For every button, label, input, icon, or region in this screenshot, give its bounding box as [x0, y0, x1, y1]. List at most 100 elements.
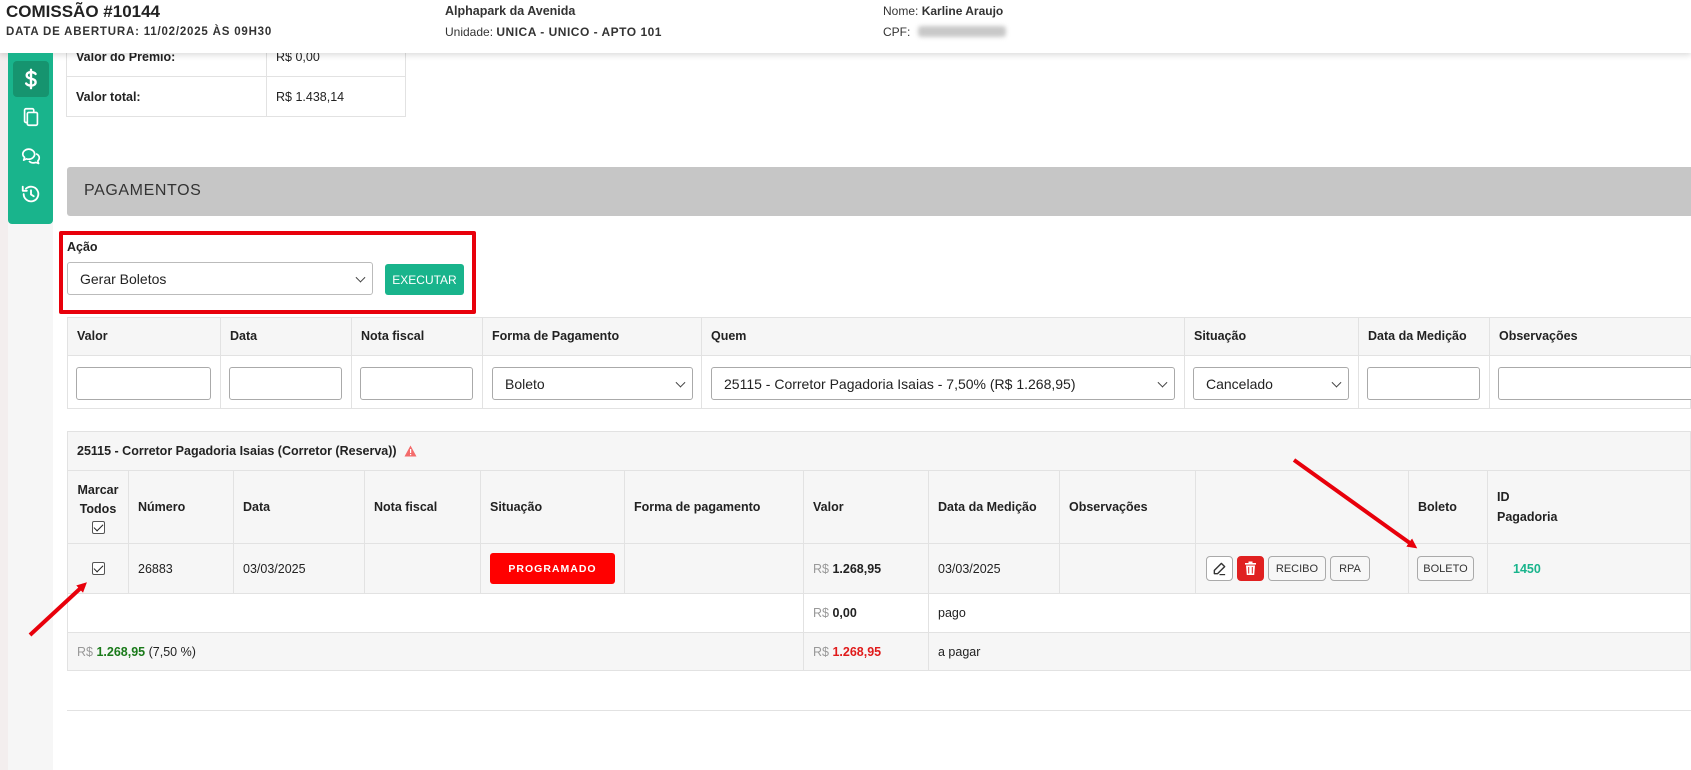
divider [67, 710, 1691, 711]
col-forma-pagamento: Forma de pagamento [625, 471, 804, 543]
side-menu-financeiro[interactable] [13, 61, 49, 97]
status-badge[interactable]: PROGRAMADO [490, 553, 615, 584]
name-value: Karline Araujo [921, 4, 1004, 18]
total-cell: R$ 1.268,95 (7,50 %) [68, 633, 804, 670]
observacoes-input[interactable] [1498, 367, 1691, 400]
history-icon [21, 185, 40, 203]
total-amount: 1.268,95 [96, 644, 146, 659]
cell-data-medicao: 03/03/2025 [929, 544, 1060, 593]
filter-col-situacao: Situação Cancelado [1185, 318, 1359, 408]
side-menu-mensagens[interactable] [13, 138, 49, 174]
col-situacao: Situação [481, 471, 625, 543]
total-row: R$ 1.268,95 (7,50 %) R$ 1.268,95 a pagar [67, 633, 1691, 671]
situacao-select[interactable]: Cancelado [1193, 367, 1349, 400]
filter-header-nota-fiscal: Nota fiscal [352, 318, 482, 356]
opening-date-label: DATA DE ABERTURA: [6, 26, 140, 38]
col-acoes [1196, 471, 1409, 543]
paid-spacer [68, 594, 804, 632]
filter-header-forma-pagamento: Forma de Pagamento [483, 318, 701, 356]
valor-input[interactable] [76, 367, 211, 400]
unit-value: UNICA - UNICO - APTO 101 [496, 25, 662, 39]
situacao-value: Cancelado [1206, 375, 1273, 392]
currency-symbol: R$ [77, 644, 93, 659]
cpf-value-redacted [917, 26, 1006, 37]
col-data-medicao: Data da Medição [929, 471, 1060, 543]
col-valor: Valor [804, 471, 929, 543]
col-numero: Número [129, 471, 234, 543]
filter-header-situacao: Situação [1185, 318, 1358, 356]
cell-valor: R$ 1.268,95 [804, 544, 929, 593]
currency-symbol: R$ [813, 561, 829, 576]
chevron-down-icon [355, 272, 366, 283]
side-menu [8, 53, 53, 224]
section-header: PAGAMENTOS [67, 167, 1691, 216]
cell-observacoes [1060, 544, 1196, 593]
section-title: PAGAMENTOS [84, 182, 202, 199]
chevron-down-icon [1331, 377, 1342, 388]
data-medicao-input[interactable] [1367, 367, 1480, 400]
table-row: 26883 03/03/2025 PROGRAMADO R$ 1.268,95 … [67, 544, 1691, 594]
currency-symbol: R$ [813, 644, 829, 659]
id-pagadoria-value: 1450 [1513, 561, 1541, 576]
col-boleto: Boleto [1409, 471, 1488, 543]
filter-col-valor: Valor [68, 318, 221, 408]
warning-icon [404, 445, 417, 457]
quem-select[interactable]: 25115 - Corretor Pagadoria Isaias - 7,50… [711, 367, 1175, 400]
filter-col-data-medicao: Data da Medição [1359, 318, 1490, 408]
chevron-down-icon [675, 377, 686, 388]
filter-header-observacoes: Observações [1490, 318, 1691, 356]
filter-header-quem: Quem [702, 318, 1184, 356]
cpf-label: CPF: [883, 25, 911, 39]
cell-acoes: RECIBO RPA [1196, 544, 1409, 593]
filter-header-data-medicao: Data da Medição [1359, 318, 1489, 356]
data-input[interactable] [229, 367, 342, 400]
header: COMISSÃO #10144 DATA DE ABERTURA: 11/02/… [0, 0, 1691, 53]
id-pagadoria-label: ID Pagadoria [1497, 490, 1558, 524]
paid-row: R$ 0,00 pago [67, 594, 1691, 633]
col-id-pagadoria: ID Pagadoria [1488, 471, 1691, 543]
edit-button[interactable] [1206, 556, 1233, 581]
col-marcar-todos: Marcar Todos [68, 471, 129, 543]
group-title: 25115 - Corretor Pagadoria Isaias (Corre… [77, 444, 397, 458]
select-all-checkbox[interactable] [91, 520, 105, 534]
payment-group-header: 25115 - Corretor Pagadoria Isaias (Corre… [67, 431, 1691, 471]
boleto-button[interactable]: BOLETO [1417, 556, 1474, 581]
row-checkbox[interactable] [91, 562, 105, 575]
opening-date-value: 11/02/2025 ÀS 09H30 [143, 26, 273, 38]
forma-pagamento-select[interactable]: Boleto [492, 367, 693, 400]
side-menu-historico[interactable] [13, 176, 49, 212]
acao-select[interactable]: Gerar Boletos [67, 262, 373, 295]
edit-icon [1213, 562, 1226, 576]
chat-icon [21, 148, 41, 165]
col-observacoes: Observações [1060, 471, 1196, 543]
to-pay-value-cell: R$ 1.268,95 [804, 633, 929, 670]
filter-header-data: Data [221, 318, 351, 356]
filter-table: Valor Data Nota fiscal Forma de Pagament… [67, 317, 1691, 409]
executar-button[interactable]: EXECUTAR [385, 264, 464, 295]
payments-table-header: Marcar Todos Número Data Nota fiscal Sit… [67, 470, 1691, 544]
delete-button[interactable] [1237, 556, 1264, 581]
copy-icon [23, 107, 39, 127]
total-percent: (7,50 %) [148, 644, 196, 659]
col-data: Data [234, 471, 365, 543]
nota-fiscal-input[interactable] [360, 367, 473, 400]
row-checkbox-cell [68, 544, 129, 593]
client-name: Nome: Karline Araujo [883, 4, 1003, 18]
filter-col-data: Data [221, 318, 352, 408]
side-menu-documentos[interactable] [13, 99, 49, 135]
currency-symbol: R$ [813, 606, 829, 620]
acao-selected-value: Gerar Boletos [80, 270, 167, 287]
to-pay-label: a pagar [938, 644, 981, 659]
summary-value: R$ 1.438,14 [266, 76, 406, 117]
dollar-icon [24, 68, 37, 90]
acao-label: Ação [67, 240, 98, 254]
filter-header-valor: Valor [68, 318, 220, 356]
cell-numero: 26883 [129, 544, 234, 593]
col-nota-fiscal: Nota fiscal [365, 471, 481, 543]
rpa-button[interactable]: RPA [1330, 556, 1370, 581]
summary-row: Valor total: R$ 1.438,14 [66, 76, 406, 117]
page-title: COMISSÃO #10144 [6, 2, 161, 21]
unit-info: Unidade: UNICA - UNICO - APTO 101 [445, 25, 662, 39]
recibo-button[interactable]: RECIBO [1268, 556, 1326, 581]
paid-label: pago [938, 606, 966, 620]
